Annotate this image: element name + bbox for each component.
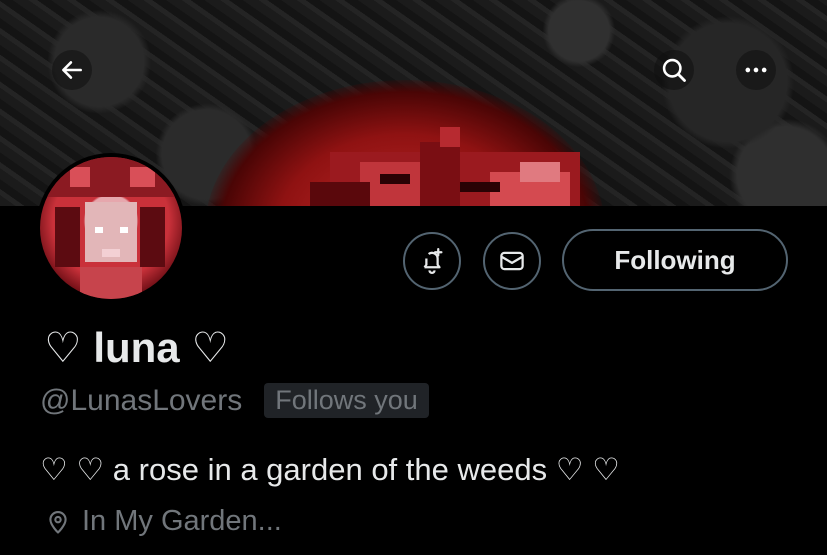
location-row: In My Garden... xyxy=(44,505,282,538)
profile-avatar[interactable] xyxy=(36,153,186,303)
arrow-left-icon xyxy=(62,61,82,79)
notifications-button[interactable] xyxy=(403,232,461,290)
search-button[interactable] xyxy=(654,50,694,90)
location-pin-icon xyxy=(49,510,67,534)
avatar-image xyxy=(40,157,182,299)
bell-plus-icon xyxy=(423,248,443,274)
search-icon xyxy=(662,58,686,82)
follows-you-badge: Follows you xyxy=(264,383,429,418)
user-handle: @LunasLovers xyxy=(40,383,243,417)
more-horizontal-icon xyxy=(745,67,767,73)
more-button[interactable] xyxy=(736,50,776,90)
avatar-pixel-art xyxy=(40,157,182,299)
display-name: ♡ luna ♡ xyxy=(44,324,229,371)
following-button[interactable]: Following xyxy=(562,229,788,291)
banner-artwork xyxy=(310,127,580,206)
message-button[interactable] xyxy=(483,232,541,290)
location-text: In My Garden... xyxy=(82,505,282,537)
back-button[interactable] xyxy=(52,50,92,90)
envelope-icon xyxy=(500,251,524,271)
profile-bio: ♡ ♡ a rose in a garden of the weeds ♡ ♡ xyxy=(40,452,620,487)
handle-row: @LunasLovers Follows you xyxy=(40,383,429,418)
